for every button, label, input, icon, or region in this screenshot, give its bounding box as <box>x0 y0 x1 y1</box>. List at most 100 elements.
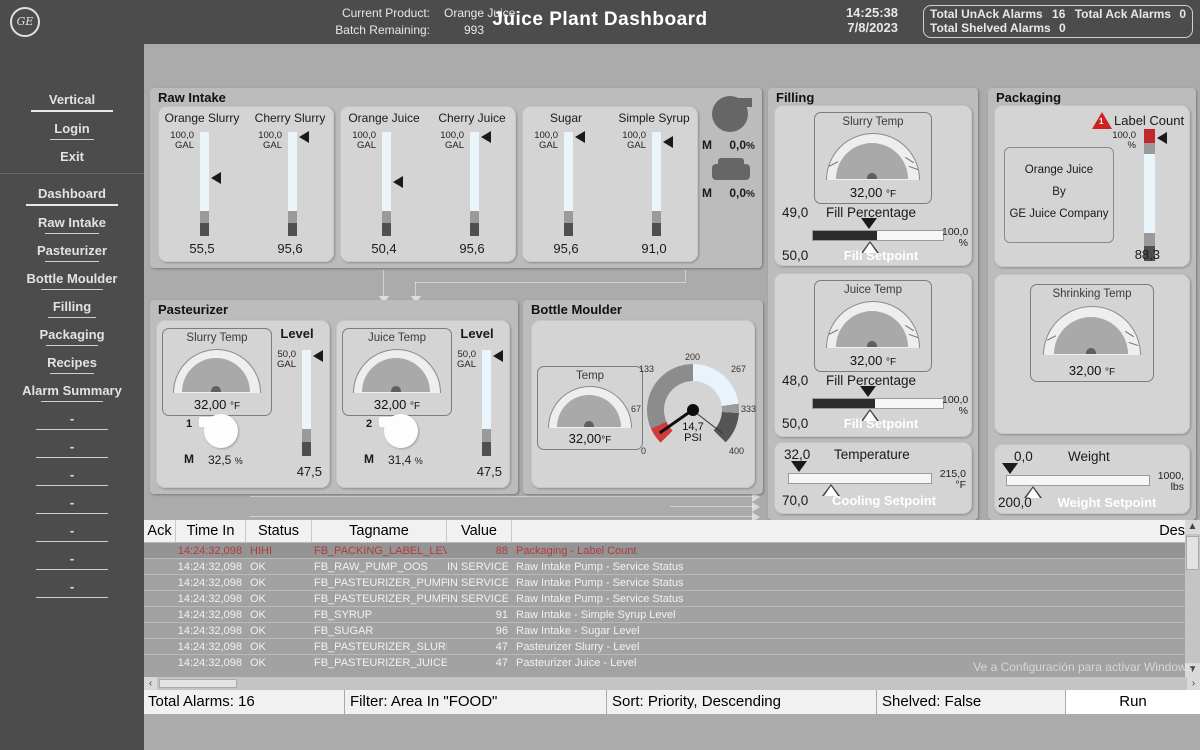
sidebar-item-exit[interactable]: Exit <box>0 149 144 164</box>
sidebar-item-recipes[interactable]: Recipes <box>0 355 144 374</box>
pump-speed-value: 0,0 <box>729 186 746 200</box>
col-status[interactable]: Status <box>246 520 312 542</box>
level-marker[interactable] <box>493 350 503 362</box>
sidebar-item-login[interactable]: Login <box>0 121 144 140</box>
setpoint-label: Fill Setpoint <box>826 416 936 431</box>
level-unit: GAL <box>436 360 476 370</box>
tank-level-marker[interactable] <box>575 131 585 143</box>
product-name: Orange Juice <box>1005 164 1113 176</box>
setpoint-slider[interactable] <box>1006 475 1150 486</box>
sidebar-item-vertical[interactable]: Vertical <box>0 92 144 112</box>
col-tagname[interactable]: Tagname <box>312 520 447 542</box>
temp-gauge[interactable]: Temp 32,00°F <box>537 366 643 450</box>
alarm-row[interactable]: 14:24:32,098 OK FB_PASTEURIZER_PUMP IN S… <box>144 590 1185 606</box>
hscroll-thumb[interactable] <box>159 679 237 688</box>
vscroll-thumb[interactable] <box>1186 536 1199 570</box>
tank-level-marker[interactable] <box>663 136 673 148</box>
sidebar-item-blank[interactable]: - <box>0 579 144 598</box>
alarm-row[interactable]: 14:24:32,098 OK FB_SUGAR 96 Raw Intake -… <box>144 622 1185 638</box>
level-bar <box>482 350 491 456</box>
psi-hub <box>687 404 699 416</box>
tank-cherry-juice[interactable]: Cherry Juice 100,0GAL 95,6 <box>428 106 516 262</box>
sidebar-item-blank[interactable]: - <box>0 411 144 430</box>
tank-simple-syrup[interactable]: Simple Syrup 100,0GAL 91,0 <box>610 106 698 262</box>
setpoint-value: 70,0 <box>782 493 808 508</box>
sidebar-item-blank[interactable]: - <box>0 467 144 486</box>
alarm-table-header: Ack Time In Status Tagname Value Des <box>144 520 1185 542</box>
temp-gauge[interactable]: Slurry Temp 32,00 °F <box>162 328 272 416</box>
sidebar-item-pasteurizer[interactable]: Pasteurizer <box>0 243 144 262</box>
temp-gauge[interactable]: Juice Temp 32,00 °F <box>814 280 932 372</box>
alarm-row[interactable]: 14:24:32,098 OK FB_RAW_PUMP_OOS IN SERVI… <box>144 558 1185 574</box>
scroll-right-icon[interactable]: › <box>1187 677 1200 690</box>
col-value[interactable]: Value <box>447 520 512 542</box>
pump-icon[interactable] <box>384 414 418 448</box>
run-button[interactable]: Run <box>1066 690 1200 714</box>
tank-level-marker[interactable] <box>481 131 491 143</box>
tank-level-marker[interactable] <box>393 176 403 188</box>
col-description[interactable]: Des <box>1124 520 1185 542</box>
pump-mode[interactable]: M <box>702 138 712 152</box>
sidebar-item-alarm-summary[interactable]: Alarm Summary <box>0 383 144 402</box>
table-vscrollbar[interactable]: ▲ ▼ <box>1185 520 1200 677</box>
temp-gauge[interactable]: Slurry Temp 32,00 °F <box>814 112 932 204</box>
sidebar-item-blank[interactable]: - <box>0 551 144 570</box>
label-count-marker[interactable] <box>1157 132 1167 144</box>
setpoint-slider[interactable] <box>812 230 944 241</box>
col-ack[interactable]: Ack <box>144 520 176 542</box>
gauge-title: Slurry Temp <box>163 332 271 344</box>
pump-icon[interactable] <box>204 414 238 448</box>
flow-line <box>415 282 416 296</box>
current-product-label: Current Product: <box>318 6 430 20</box>
unack-alarms-value: 16 <box>1052 7 1065 21</box>
tank-orange-juice[interactable]: Orange Juice 100,0GAL 50,4 <box>340 106 428 262</box>
slider-value-marker[interactable] <box>791 461 807 472</box>
alarm-row[interactable]: 14:24:32,098 OK FB_PASTEURIZER_PUMP IN S… <box>144 574 1185 590</box>
tank-sugar[interactable]: Sugar 100,0GAL 95,6 <box>522 106 610 262</box>
sidebar-item-packaging[interactable]: Packaging <box>0 327 144 346</box>
alarm-row[interactable]: 14:24:32,098 OK FB_PASTEURIZER_SLURR 47 … <box>144 638 1185 654</box>
level-value: 47,5 <box>282 464 322 479</box>
slider-value-marker[interactable] <box>860 386 876 397</box>
tank-level-marker[interactable] <box>211 172 221 184</box>
table-hscrollbar[interactable]: ‹ › <box>144 677 1200 690</box>
sidebar-item-dashboard[interactable]: Dashboard <box>0 186 144 206</box>
scroll-left-icon[interactable]: ‹ <box>144 677 157 690</box>
alarm-row[interactable]: 14:24:32,098 OK FB_SYRUP 91 Raw Intake -… <box>144 606 1185 622</box>
raw-intake-card: Orange Juice 100,0GAL 50,4 Cherry Juice … <box>340 106 516 262</box>
psi-gauge[interactable]: 0 67 133 200 267 333 400 14,7 PSI <box>647 364 739 456</box>
slider-value-marker[interactable] <box>861 218 877 229</box>
motor-icon[interactable] <box>712 164 750 180</box>
tank-label: Sugar <box>522 111 610 125</box>
sidebar-item-blank[interactable]: - <box>0 495 144 514</box>
pump-mode[interactable]: M <box>364 452 374 466</box>
col-time-in[interactable]: Time In <box>176 520 246 542</box>
level-marker[interactable] <box>313 350 323 362</box>
sidebar-nav: Vertical Login Exit Dashboard Raw Intake… <box>0 44 144 750</box>
pump-icon[interactable] <box>712 96 748 132</box>
sidebar-item-filling[interactable]: Filling <box>0 299 144 318</box>
sidebar-item-raw-intake[interactable]: Raw Intake <box>0 215 144 234</box>
tank-cherry-slurry[interactable]: Cherry Slurry 100,0GAL 95,6 <box>246 106 334 262</box>
tank-level-bar <box>564 132 573 236</box>
tank-orange-slurry[interactable]: Orange Slurry 100,0GAL 55,5 <box>158 106 246 262</box>
alarm-row[interactable]: 14:24:32,098 HIHI FB_PACKING_LABEL_LEV 8… <box>144 542 1185 558</box>
flow-line <box>415 282 686 283</box>
temp-gauge[interactable]: Shrinking Temp 32,00 °F <box>1030 284 1154 382</box>
tank-label: Simple Syrup <box>610 111 698 125</box>
psi-unit: PSI <box>673 433 713 444</box>
alarm-triangle-icon[interactable]: 1 <box>1092 112 1112 129</box>
temp-gauge[interactable]: Juice Temp 32,00 °F <box>342 328 452 416</box>
sidebar-item-blank[interactable]: - <box>0 523 144 542</box>
tank-value: 95,6 <box>246 241 334 256</box>
gauge-unit: °F <box>1105 367 1115 378</box>
pump-mode[interactable]: M <box>702 186 712 200</box>
sidebar-item-bottle-moulder[interactable]: Bottle Moulder <box>0 271 144 290</box>
setpoint-slider[interactable] <box>812 398 944 409</box>
setpoint-slider[interactable] <box>788 473 932 484</box>
sidebar-item-blank[interactable]: - <box>0 439 144 458</box>
slider-value-marker[interactable] <box>1002 463 1018 474</box>
pump-mode[interactable]: M <box>184 452 194 466</box>
scroll-up-icon[interactable]: ▲ <box>1185 520 1200 534</box>
tank-level-marker[interactable] <box>299 131 309 143</box>
